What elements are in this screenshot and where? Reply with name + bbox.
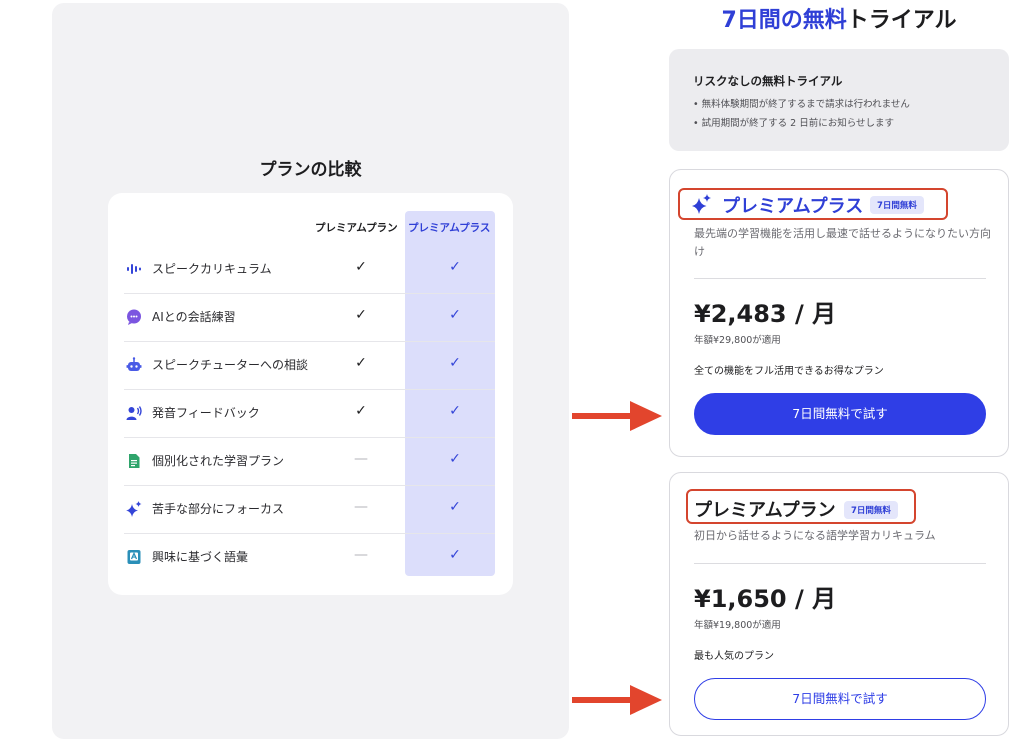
- risk-item: • 試用期間が終了する 2 日前にお知らせします: [693, 118, 895, 129]
- risk-title: リスクなしの無料トライアル: [693, 74, 843, 88]
- premium-check: ✓: [355, 259, 367, 275]
- feature-row: スピークチューターへの相談 ✓ ✓: [124, 341, 495, 389]
- feature-label: 興味に基づく語彙: [152, 550, 249, 564]
- card-divider: [694, 278, 986, 279]
- speak-curriculum-icon: [127, 264, 141, 274]
- plan-tagline: 最も人気のプラン: [694, 651, 774, 662]
- premium-dash: —: [354, 499, 368, 515]
- row-divider: [124, 293, 495, 294]
- plus-check: ✓: [449, 307, 461, 323]
- plan-tagline: 全ての機能をフル活用できるお得なプラン: [694, 366, 884, 377]
- feature-label: AIとの会話練習: [152, 310, 236, 324]
- plan-name: プレミアムプラン: [694, 500, 836, 521]
- plus-check: ✓: [449, 451, 461, 467]
- premium-check: ✓: [355, 403, 367, 419]
- row-divider: [124, 485, 495, 486]
- row-divider: [124, 533, 495, 534]
- red-arrow-icon: [572, 685, 662, 715]
- start-trial-button-premium[interactable]: 7日間無料で試す: [694, 678, 986, 720]
- trial-heading-accent: 7日間の無料: [721, 8, 847, 33]
- feature-row: スピークカリキュラム ✓ ✓: [124, 245, 495, 293]
- feature-row: AIとの会話練習 ✓ ✓: [124, 293, 495, 341]
- plus-check: ✓: [449, 499, 461, 515]
- vocabulary-icon: [127, 550, 141, 564]
- free-trial-badge: 7日間無料: [870, 196, 924, 214]
- comparison-table: プレミアムプラン プレミアムプラス スピークカリキュラム ✓ ✓ AIとの会話練…: [108, 193, 513, 595]
- plan-price: ¥1,650 / 月: [694, 585, 837, 613]
- plan-description: 最先端の学習機能を活用し最速で話せるようになりたい方向け: [694, 227, 991, 258]
- column-header-plus: プレミアムプラス: [408, 222, 491, 234]
- plan-price: ¥2,483 / 月: [694, 300, 837, 328]
- feature-label: 発音フィードバック: [152, 406, 260, 420]
- feature-label: 個別化された学習プラン: [152, 454, 285, 468]
- premium-dash: —: [354, 451, 368, 467]
- red-arrow-icon: [572, 401, 662, 431]
- plan-name: プレミアムプラス: [722, 196, 864, 217]
- trial-heading-rest: トライアル: [846, 8, 957, 33]
- plan-description: 初日から話せるようになる語学学習カリキュラム: [694, 529, 936, 542]
- start-trial-button-plus[interactable]: 7日間無料で試す: [694, 393, 986, 435]
- feature-row: 発音フィードバック ✓ ✓: [124, 389, 495, 437]
- row-divider: [124, 341, 495, 342]
- row-divider: [124, 437, 495, 438]
- comparison-title: プランの比較: [259, 160, 362, 180]
- plus-check: ✓: [449, 547, 461, 563]
- premium-check: ✓: [355, 355, 367, 371]
- plus-check: ✓: [449, 355, 461, 371]
- premium-check: ✓: [355, 307, 367, 323]
- feature-label: 苦手な部分にフォーカス: [152, 502, 285, 516]
- ai-chat-icon: [127, 309, 141, 325]
- annual-price: 年額¥19,800が適用: [694, 620, 781, 631]
- plan-card-premium[interactable]: プレミアムプラン 7日間無料 初日から話せるようになる語学学習カリキュラム ¥1…: [669, 472, 1009, 736]
- feature-row: 苦手な部分にフォーカス — ✓: [124, 485, 495, 533]
- document-icon: [129, 454, 140, 468]
- plus-check: ✓: [449, 403, 461, 419]
- annual-price: 年額¥29,800が適用: [694, 335, 781, 346]
- sparkle-icon: [692, 194, 711, 214]
- feature-row: 興味に基づく語彙 — ✓: [124, 533, 495, 581]
- premium-dash: —: [354, 547, 368, 563]
- comparison-panel: プランの比較 プレミアムプラン プレミアムプラス スピークカリキュラム ✓ ✓: [52, 3, 569, 739]
- robot-tutor-icon: [126, 357, 142, 371]
- risk-free-info-box: リスクなしの無料トライアル • 無料体験期間が終了するまで請求は行われません •…: [669, 49, 1009, 151]
- risk-item: • 無料体験期間が終了するまで請求は行われません: [693, 99, 910, 110]
- trial-heading: 7日間の無料トライアル: [668, 2, 1010, 34]
- free-trial-badge: 7日間無料: [844, 501, 898, 519]
- card-divider: [694, 563, 986, 564]
- feature-row: 個別化された学習プラン — ✓: [124, 437, 495, 485]
- feature-label: スピークカリキュラム: [152, 262, 272, 276]
- plan-card-premium-plus[interactable]: プレミアムプラス 7日間無料 最先端の学習機能を活用し最速で話せるようになりたい…: [669, 169, 1009, 457]
- sparkle-icon: [126, 501, 142, 517]
- column-header-premium: プレミアムプラン: [315, 222, 398, 234]
- row-divider: [124, 389, 495, 390]
- feature-label: スピークチューターへの相談: [152, 358, 309, 372]
- speaking-person-icon: [126, 406, 142, 420]
- plus-check: ✓: [449, 259, 461, 275]
